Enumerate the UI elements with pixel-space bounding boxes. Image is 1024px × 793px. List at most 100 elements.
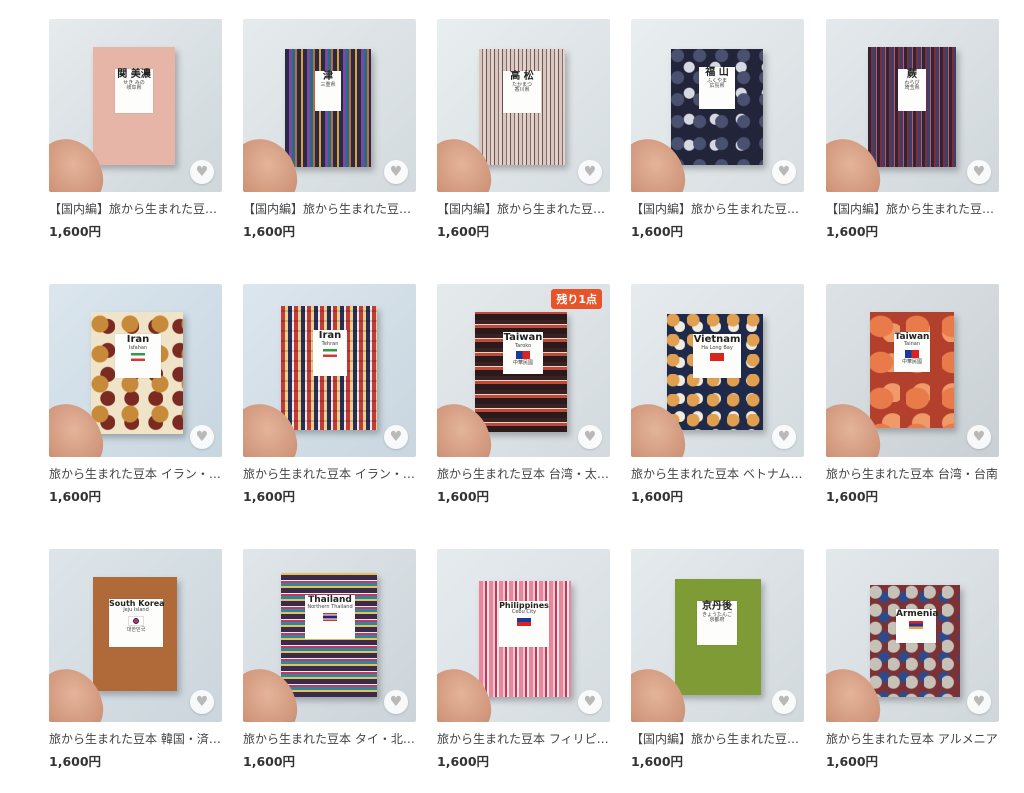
book-label-sub: Cebu City: [511, 609, 537, 616]
product-card[interactable]: Vietnam Ha Long Bay ♥ 旅から生まれた豆本 ベトナム・ハロン…: [631, 284, 804, 505]
book-label-title: 関 美濃: [117, 69, 151, 80]
product-price: 1,600円: [826, 489, 879, 504]
product-card[interactable]: 蕨 わらび 埼玉県 ♥ 【国内編】旅から生まれた豆本 岐阜・蕨 1,600円: [826, 19, 999, 240]
book-label-place: 岐阜県: [126, 85, 142, 92]
product-title[interactable]: 【国内編】旅から生まれた豆本 広島・福山: [631, 200, 804, 217]
product-card[interactable]: Iran Isfahan ♥ 旅から生まれた豆本 イラン・イスファハン 1,60…: [49, 284, 222, 505]
product-title[interactable]: 旅から生まれた豆本 台湾・台南: [826, 465, 999, 482]
book-label-place: 中華民國: [901, 359, 922, 366]
product-image[interactable]: Thailand Northern Thailand ♥: [243, 549, 416, 722]
favorite-button[interactable]: ♥: [772, 690, 796, 714]
product-title[interactable]: 旅から生まれた豆本 タイ・北タイ: [243, 730, 416, 747]
product-title[interactable]: 旅から生まれた豆本 イラン・テヘラン: [243, 465, 416, 482]
product-price: 1,600円: [243, 224, 296, 239]
book-label-title: Taiwan: [503, 332, 543, 343]
product-image[interactable]: South Korea Jeju Island 대한민국 ♥: [49, 549, 222, 722]
product-image[interactable]: 津 三重県 ♥: [243, 19, 416, 192]
heart-icon: ♥: [777, 694, 791, 710]
favorite-button[interactable]: ♥: [967, 425, 991, 449]
product-card[interactable]: 京丹後 きょうたんご 京都府 ♥ 【国内編】旅から生まれた豆本 京都・京丹後 1…: [631, 549, 804, 770]
book-label-place: 三重県: [320, 81, 336, 88]
product-title[interactable]: 旅から生まれた豆本 アルメニア: [826, 730, 999, 747]
book-label-title: 蕨: [907, 69, 917, 80]
product-title[interactable]: 旅から生まれた豆本 韓国・済州島: [49, 730, 222, 747]
book-label-sub: Tainan: [903, 341, 921, 348]
product-image[interactable]: 関 美濃 せき みの 岐阜県 ♥: [49, 19, 222, 192]
product-image[interactable]: 蕨 わらび 埼玉県 ♥: [826, 19, 999, 192]
product-card[interactable]: Armenia ♥ 旅から生まれた豆本 アルメニア 1,600円: [826, 549, 999, 770]
product-title[interactable]: 【国内編】旅から生まれた豆本 三重・津: [243, 200, 416, 217]
heart-icon: ♥: [195, 164, 209, 180]
product-image[interactable]: Armenia ♥: [826, 549, 999, 722]
favorite-button[interactable]: ♥: [967, 690, 991, 714]
product-title[interactable]: 【国内編】旅から生まれた豆本 岐阜・関美濃: [49, 200, 222, 217]
product-title[interactable]: 旅から生まれた豆本 イラン・イスファハン: [49, 465, 222, 482]
book-label-sub: Taroko: [514, 342, 532, 349]
heart-icon: ♥: [972, 429, 986, 445]
product-image[interactable]: 福 山 ふくやま 広島県 ♥: [631, 19, 804, 192]
favorite-button[interactable]: ♥: [384, 160, 408, 184]
product-card[interactable]: Taiwan Tainan 中華民國 ♥ 旅から生まれた豆本 台湾・台南 1,6…: [826, 284, 999, 505]
product-image[interactable]: Iran Tehran ♥: [243, 284, 416, 457]
product-title[interactable]: 旅から生まれた豆本 ベトナム・ハロン湾: [631, 465, 804, 482]
product-card[interactable]: 高 松 たかまつ 香川県 ♥ 【国内編】旅から生まれた豆本 香川・高松 1,60…: [437, 19, 610, 240]
heart-icon: ♥: [972, 164, 986, 180]
product-card[interactable]: South Korea Jeju Island 대한민국 ♥ 旅から生まれた豆本…: [49, 549, 222, 770]
product-image[interactable]: Vietnam Ha Long Bay ♥: [631, 284, 804, 457]
heart-icon: ♥: [777, 164, 791, 180]
product-image[interactable]: 高 松 たかまつ 香川県 ♥: [437, 19, 610, 192]
product-image[interactable]: Philippines Cebu City ♥: [437, 549, 610, 722]
product-price: 1,600円: [437, 224, 490, 239]
product-image[interactable]: Taiwan Taroko 中華民國 残り1点 ♥: [437, 284, 610, 457]
product-image[interactable]: 京丹後 きょうたんご 京都府 ♥: [631, 549, 804, 722]
product-card[interactable]: Thailand Northern Thailand ♥ 旅から生まれた豆本 タ…: [243, 549, 416, 770]
product-card[interactable]: Taiwan Taroko 中華民國 残り1点 ♥ 旅から生まれた豆本 台湾・太…: [437, 284, 610, 505]
product-price: 1,600円: [243, 754, 296, 769]
product-image[interactable]: Iran Isfahan ♥: [49, 284, 222, 457]
heart-icon: ♥: [583, 694, 597, 710]
book-label-title: Iran: [318, 330, 342, 341]
book-label-title: 京丹後: [702, 601, 732, 612]
favorite-button[interactable]: ♥: [578, 690, 602, 714]
favorite-button[interactable]: ♥: [384, 425, 408, 449]
favorite-button[interactable]: ♥: [578, 160, 602, 184]
book-label-place: 埼玉県: [904, 85, 920, 92]
book-label-sub: Ha Long Bay: [701, 344, 733, 351]
favorite-button[interactable]: ♥: [578, 425, 602, 449]
heart-icon: ♥: [195, 429, 209, 445]
book-label-sub: Tehran: [321, 340, 339, 347]
favorite-button[interactable]: ♥: [190, 690, 214, 714]
product-price: 1,600円: [437, 489, 490, 504]
favorite-button[interactable]: ♥: [772, 425, 796, 449]
book-label-sub: Northern Thailand: [307, 604, 353, 611]
book-label-title: Iran: [126, 334, 150, 345]
favorite-button[interactable]: ♥: [772, 160, 796, 184]
product-card[interactable]: Philippines Cebu City ♥ 旅から生まれた豆本 フィリピン・…: [437, 549, 610, 770]
product-card[interactable]: 津 三重県 ♥ 【国内編】旅から生まれた豆本 三重・津 1,600円: [243, 19, 416, 240]
product-title[interactable]: 【国内編】旅から生まれた豆本 岐阜・蕨: [826, 200, 999, 217]
heart-icon: ♥: [972, 694, 986, 710]
heart-icon: ♥: [583, 429, 597, 445]
heart-icon: ♥: [389, 694, 403, 710]
favorite-button[interactable]: ♥: [967, 160, 991, 184]
product-image[interactable]: Taiwan Tainan 中華民國 ♥: [826, 284, 999, 457]
product-title[interactable]: 旅から生まれた豆本 フィリピン・セブ: [437, 730, 610, 747]
product-title[interactable]: 【国内編】旅から生まれた豆本 香川・高松: [437, 200, 610, 217]
product-title[interactable]: 【国内編】旅から生まれた豆本 京都・京丹後: [631, 730, 804, 747]
heart-icon: ♥: [389, 164, 403, 180]
stock-badge: 残り1点: [551, 289, 602, 309]
favorite-button[interactable]: ♥: [190, 160, 214, 184]
book-label-sub: Isfahan: [128, 344, 148, 351]
product-price: 1,600円: [631, 754, 684, 769]
favorite-button[interactable]: ♥: [190, 425, 214, 449]
book-label-place: 香川県: [514, 87, 530, 94]
product-card[interactable]: Iran Tehran ♥ 旅から生まれた豆本 イラン・テヘラン 1,600円: [243, 284, 416, 505]
book-label-title: 高 松: [510, 71, 534, 82]
product-card[interactable]: 関 美濃 せき みの 岐阜県 ♥ 【国内編】旅から生まれた豆本 岐阜・関美濃 1…: [49, 19, 222, 240]
heart-icon: ♥: [777, 429, 791, 445]
favorite-button[interactable]: ♥: [384, 690, 408, 714]
product-card[interactable]: 福 山 ふくやま 広島県 ♥ 【国内編】旅から生まれた豆本 広島・福山 1,60…: [631, 19, 804, 240]
product-title[interactable]: 旅から生まれた豆本 台湾・太魯閣: [437, 465, 610, 482]
product-price: 1,600円: [243, 489, 296, 504]
product-price: 1,600円: [49, 754, 102, 769]
